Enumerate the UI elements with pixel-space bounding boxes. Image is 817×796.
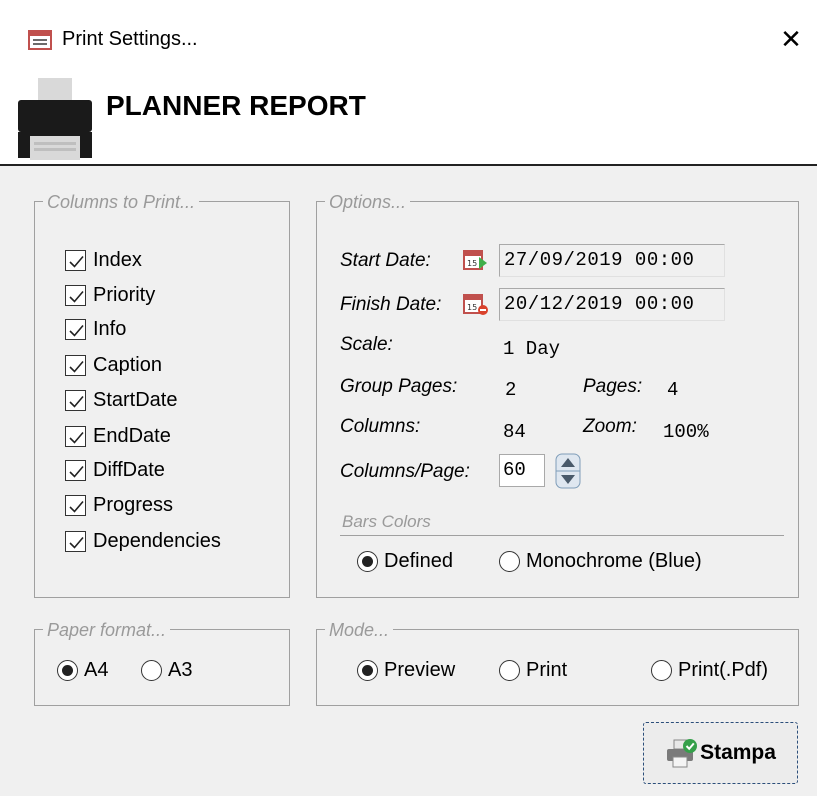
bars-colors-divider [340,535,784,536]
print-check-icon [667,739,698,768]
form-icon [28,30,52,50]
column-checkbox-label: DiffDate [93,458,165,481]
column-checkbox-index[interactable]: Index [65,247,142,273]
report-header: PLANNER REPORT [0,78,817,166]
mode-preview-label: Preview [384,658,456,681]
column-checkbox-label: Dependencies [93,529,221,552]
bars-colors-label: Bars Colors [342,512,431,531]
stampa-label: Stampa [700,741,776,764]
column-checkbox-info[interactable]: Info [65,316,126,342]
start-date-label: Start Date: [340,250,431,271]
title-bar: Print Settings... ✕ [0,0,817,78]
column-checkbox-dependencies[interactable]: Dependencies [65,528,221,554]
columns-per-page-field[interactable]: 60 [499,454,545,487]
pages-label: Pages: [583,376,643,397]
bars-colors-monochrome[interactable]: Monochrome (Blue) [499,548,702,574]
column-checkbox-label: Priority [93,283,156,306]
options-group: Options... Start Date: 15 27/09/2019 00:… [316,191,799,598]
column-checkbox-label: Info [93,317,127,340]
checkbox-indicator[interactable] [65,249,86,271]
options-group-legend: Options... [325,191,411,213]
start-date-field[interactable]: 27/09/2019 00:00 [499,244,725,277]
checkbox-indicator[interactable] [65,318,86,340]
radio-indicator[interactable] [357,550,378,572]
window-title: Print Settings... [62,28,198,50]
svg-text:15: 15 [467,303,477,312]
zoom-value: 100% [663,421,709,443]
close-button[interactable]: ✕ [773,22,809,58]
checkbox-indicator[interactable] [65,389,86,411]
radio-indicator[interactable] [499,659,520,681]
bars-colors-defined-label: Defined [384,549,453,572]
column-checkbox-label: Progress [93,493,174,516]
columns-value: 84 [503,421,526,443]
mode-print-pdf-radio[interactable]: Print(.Pdf) [651,657,768,683]
calendar-start-icon[interactable]: 15 [463,248,489,272]
mode-print-pdf-label: Print(.Pdf) [678,658,769,681]
mode-print-radio[interactable]: Print [499,657,567,683]
mode-preview-radio[interactable]: Preview [357,657,455,683]
svg-text:15: 15 [467,259,477,268]
checkbox-indicator[interactable] [65,425,86,447]
mode-print-label: Print [526,658,568,681]
mode-legend: Mode... [325,619,394,641]
finish-date-label: Finish Date: [340,294,442,315]
printer-icon [18,78,92,160]
column-checkbox-progress[interactable]: Progress [65,492,173,518]
checkbox-indicator[interactable] [65,354,86,376]
mode-group: Mode... Preview Print Print(.Pdf) [316,619,799,706]
group-pages-label: Group Pages: [340,376,458,397]
checkbox-indicator[interactable] [65,459,86,481]
finish-date-field[interactable]: 20/12/2019 00:00 [499,288,725,321]
report-title: PLANNER REPORT [106,90,366,121]
group-pages-value: 2 [505,379,517,401]
paper-format-group: Paper format... A4 A3 [34,619,290,706]
column-checkbox-diffdate[interactable]: DiffDate [65,457,165,483]
radio-indicator[interactable] [357,659,378,681]
scale-label: Scale: [340,334,393,355]
paper-format-legend: Paper format... [43,619,171,641]
column-checkbox-priority[interactable]: Priority [65,282,155,308]
bars-colors-defined[interactable]: Defined [357,548,453,574]
paper-a3-label: A3 [168,658,193,681]
column-checkbox-startdate[interactable]: StartDate [65,387,177,413]
pages-value: 4 [667,379,679,401]
radio-indicator[interactable] [651,659,672,681]
column-checkbox-label: StartDate [93,388,178,411]
stampa-button[interactable]: Stampa [643,722,798,784]
column-checkbox-label: EndDate [93,424,171,447]
columns-to-print-group: Columns to Print... Index Priority Info Cap… [34,191,290,598]
paper-a4-radio[interactable]: A4 [57,657,108,683]
bars-colors-monochrome-label: Monochrome (Blue) [526,549,702,572]
calendar-finish-icon[interactable]: 15 [463,292,489,316]
radio-indicator[interactable] [57,659,78,681]
scale-value: 1 Day [503,338,561,360]
checkbox-indicator[interactable] [65,284,86,306]
columns-label: Columns: [340,416,421,437]
column-checkbox-enddate[interactable]: EndDate [65,423,171,449]
zoom-label: Zoom: [583,416,637,437]
paper-a3-radio[interactable]: A3 [141,657,192,683]
columns-per-page-label: Columns/Page: [340,461,470,482]
column-checkbox-label: Caption [93,353,162,376]
checkbox-indicator[interactable] [65,494,86,516]
column-checkbox-caption[interactable]: Caption [65,352,162,378]
column-checkbox-label: Index [93,248,142,271]
paper-a4-label: A4 [84,658,109,681]
radio-indicator[interactable] [499,550,520,572]
checkbox-indicator[interactable] [65,530,86,552]
columns-group-legend: Columns to Print... [43,191,200,213]
radio-indicator[interactable] [141,659,162,681]
columns-per-page-spinner[interactable] [555,453,581,489]
